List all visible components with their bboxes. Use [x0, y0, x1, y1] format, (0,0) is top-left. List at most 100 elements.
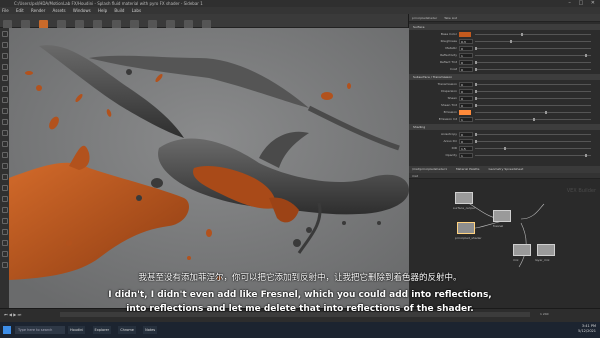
param-field[interactable]: 0 [459, 131, 473, 137]
param-label: Opacity [445, 153, 457, 157]
param-label: Aniso Dir [443, 139, 457, 143]
taskbar-app-houdini[interactable]: Houdini [68, 326, 86, 334]
param-slider[interactable] [475, 32, 591, 36]
param-label: Base Color [440, 32, 457, 36]
menu-assets[interactable]: Assets [53, 8, 66, 13]
menu-file[interactable]: File [2, 8, 9, 13]
param-label: Metallic [445, 46, 457, 50]
tab-take-list[interactable]: Take List [444, 16, 457, 20]
param-field[interactable]: 1 [459, 152, 473, 158]
param-field[interactable]: 1.5 [459, 145, 473, 151]
param-field[interactable]: 0 [459, 88, 473, 94]
misc-tool-icon[interactable] [1, 262, 8, 268]
menu-help[interactable]: Help [98, 8, 107, 13]
select-tool-icon[interactable] [1, 31, 8, 37]
node-surface-output[interactable] [455, 192, 473, 204]
system-clock[interactable]: 3:41 PM 5/12/2021 [578, 324, 596, 334]
node-principled-shader[interactable] [457, 222, 475, 234]
node-layer-mix[interactable] [537, 244, 555, 256]
menu-render[interactable]: Render [31, 8, 45, 13]
param-field[interactable]: 0 [459, 138, 473, 144]
param-slider[interactable] [475, 53, 591, 57]
window-controls[interactable]: – □ ✕ [568, 0, 598, 7]
shading-tool-icon[interactable] [1, 130, 8, 136]
grid-tool-icon[interactable] [1, 152, 8, 158]
param-slider[interactable] [475, 153, 591, 157]
misc-tool-icon[interactable] [1, 240, 8, 246]
param-field[interactable]: 0 [459, 81, 473, 87]
network-editor[interactable]: /mat/principledshader1 Material Palette … [409, 166, 600, 308]
frame-tool-icon[interactable] [1, 207, 8, 213]
section-shading[interactable]: Shading [409, 124, 600, 130]
tab-geometry-spreadsheet[interactable]: Geometry Spreadsheet [488, 167, 523, 171]
misc-tool-icon[interactable] [1, 251, 8, 257]
param-slider[interactable] [475, 146, 591, 150]
light-tool-icon[interactable] [1, 141, 8, 147]
param-slider[interactable] [475, 110, 591, 114]
rotate-tool-icon[interactable] [1, 53, 8, 59]
param-slider[interactable] [475, 117, 591, 121]
param-field[interactable]: 0 [459, 45, 473, 51]
taskbar-app-chrome[interactable]: Chrome [118, 326, 136, 334]
tab-principledshader[interactable]: principledshader [412, 16, 437, 20]
node-mix[interactable] [513, 244, 531, 256]
param-field[interactable]: 0 [459, 66, 473, 72]
home-tool-icon[interactable] [1, 218, 8, 224]
menu-labs[interactable]: Labs [132, 8, 141, 13]
menu-edit[interactable]: Edit [16, 8, 24, 13]
param-row: Reflect Tint 0 [409, 59, 600, 65]
display-tool-icon[interactable] [1, 119, 8, 125]
tab-network-path[interactable]: /mat/principledshader1 [412, 167, 447, 171]
handle-tool-icon[interactable] [1, 75, 8, 81]
misc-tool-icon[interactable] [1, 229, 8, 235]
taskbar-app-explorer[interactable]: Explorer [92, 326, 112, 334]
menu-windows[interactable]: Windows [73, 8, 91, 13]
param-slider[interactable] [475, 60, 591, 64]
ghost-tool-icon[interactable] [1, 174, 8, 180]
isolate-tool-icon[interactable] [1, 196, 8, 202]
render-tool-icon[interactable] [1, 163, 8, 169]
scale-tool-icon[interactable] [1, 64, 8, 70]
os-taskbar: Type here to search Houdini Explorer Chr… [0, 322, 600, 338]
param-row: Metallic 0 [409, 45, 600, 51]
param-field[interactable]: 0 [459, 95, 473, 101]
param-field[interactable]: 1 [459, 52, 473, 58]
param-slider[interactable] [475, 67, 591, 71]
param-row: Opacity 1 [409, 152, 600, 158]
param-field[interactable]: 0.3 [459, 38, 473, 44]
move-tool-icon[interactable] [1, 42, 8, 48]
param-slider[interactable] [475, 82, 591, 86]
param-slider[interactable] [475, 46, 591, 50]
scene-viewport[interactable] [9, 28, 409, 308]
taskbar-apps: Houdini Explorer Chrome Notes [68, 326, 163, 334]
taskbar-search[interactable]: Type here to search [15, 326, 65, 334]
taskbar-app-notes[interactable]: Notes [143, 326, 158, 334]
param-field[interactable]: 0 [459, 59, 473, 65]
param-slider[interactable] [475, 132, 591, 136]
param-label: Transmission [437, 82, 457, 86]
param-field[interactable]: 1 [459, 116, 473, 122]
param-row: Sheen Tint 0 [409, 102, 600, 108]
clock-date: 5/12/2021 [578, 329, 596, 333]
param-row: Anisotropy 0 [409, 131, 600, 137]
param-slider[interactable] [475, 103, 591, 107]
param-slider[interactable] [475, 39, 591, 43]
menu-build[interactable]: Build [114, 8, 124, 13]
window-title-bar: C:/Users/pxl/HDA/MotionLab FX/Houdini - … [0, 0, 600, 7]
section-surface[interactable]: Surface [409, 24, 600, 30]
emission-color-swatch[interactable] [459, 109, 471, 115]
param-slider[interactable] [475, 139, 591, 143]
section-subsurface[interactable]: Subsurface / Transmission [409, 74, 600, 80]
snap-tool-icon[interactable] [1, 108, 8, 114]
camera-tool-icon[interactable] [1, 97, 8, 103]
param-field[interactable]: 0 [459, 102, 473, 108]
param-slider[interactable] [475, 96, 591, 100]
view-tool-icon[interactable] [1, 86, 8, 92]
tab-material-palette[interactable]: Material Palette [456, 167, 480, 171]
param-slider[interactable] [475, 89, 591, 93]
base-color-swatch[interactable] [459, 31, 471, 37]
node-fresnel[interactable] [493, 210, 511, 222]
param-row: Emission [409, 109, 600, 115]
visibility-tool-icon[interactable] [1, 185, 8, 191]
windows-start-icon[interactable] [3, 326, 11, 334]
